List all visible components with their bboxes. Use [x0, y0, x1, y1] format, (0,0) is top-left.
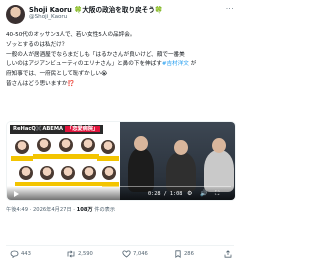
studio-person-head: [134, 136, 148, 151]
contestant-photo: [102, 166, 116, 180]
repost-icon: [67, 250, 75, 258]
more-options-icon[interactable]: ···: [226, 5, 234, 13]
contestant-label: [11, 156, 33, 161]
contestant-photo: [61, 166, 75, 180]
video-player[interactable]: ReHacQ✖️ABEMA 「恋愛病院」 0:28 / 1:08 ⚙ 🔊 ⛶: [6, 121, 236, 201]
view-label: 件の表示: [92, 207, 116, 213]
tweet-header: Shoji Kaoru 🍀大阪の政治を取り戻そう🍀 @Shoji_Kaoru ·…: [6, 4, 234, 26]
author-name[interactable]: Shoji Kaoru 🍀大阪の政治を取り戻そう🍀: [29, 4, 163, 14]
bookmark-icon: [175, 250, 181, 258]
contestant-photo: [37, 138, 51, 152]
post-timestamp[interactable]: 午後4:49 · 2026年4月27日 ·: [6, 207, 77, 213]
hashtag-link[interactable]: #吉村洋文: [162, 61, 189, 67]
action-bar: 443 2,590 7,046 286: [6, 250, 236, 260]
contestant-photo: [59, 138, 73, 152]
contestant-label: [77, 154, 99, 159]
show-tag: 「恋愛病院」: [65, 126, 101, 132]
tweet-line-1: 40-50代のオッサン3人で、若い女性5人の品評会。: [6, 32, 136, 38]
tweet-line-4: しいのはアジアンビューティのエリナさん」と鼻の下を伸ばす#吉村洋文 が: [6, 60, 236, 70]
contestant-photo: [40, 166, 54, 180]
contestant-photo: [15, 140, 29, 154]
video-current-time: 0:28: [148, 191, 161, 197]
like-button[interactable]: 7,046: [122, 250, 148, 258]
tweet-line-5: 府知事では、一府民として恥ずかしい😭: [6, 70, 236, 80]
network-name: ABEMA: [42, 126, 64, 132]
video-time: 0:28 / 1:08: [148, 191, 183, 197]
fullscreen-icon[interactable]: ⛶: [215, 190, 219, 197]
tweet-meta: 午後4:49 · 2026年4月27日 · 108万 件の表示: [6, 206, 115, 213]
view-count: 108万: [76, 207, 93, 213]
play-icon[interactable]: [14, 191, 19, 197]
tweet-text: 40-50代のオッサン3人で、若い女性5人の品評会。 ゾッとするのは私だけ？ 一…: [6, 31, 236, 90]
contestant-label: [33, 154, 55, 159]
bookmark-button[interactable]: 286: [174, 250, 194, 258]
contestant-photo: [81, 138, 95, 152]
tweet-line-5-text: 府知事では、一府民として恥ずかしい: [6, 71, 101, 78]
contestant-label: [55, 154, 77, 159]
question-emoji: ⁉️: [67, 80, 75, 87]
video-duration: 1:08: [169, 191, 183, 197]
tweet-line-3: 一般の人が居酒屋でならまだしも「はるかさんが良いけど、顔で一番美: [6, 51, 185, 58]
tweet-line-2: ゾッとするのは私だけ？: [6, 41, 68, 48]
divider: [6, 245, 234, 246]
like-count: 7,046: [133, 251, 148, 257]
video-progress-bar[interactable]: [13, 185, 231, 187]
reply-icon: [10, 250, 19, 258]
reply-button[interactable]: 443: [10, 250, 31, 258]
bookmark-count: 286: [184, 251, 194, 257]
brand-name: ReHacQ: [13, 126, 36, 132]
share-icon: [224, 250, 232, 258]
volume-icon[interactable]: 🔊: [200, 190, 207, 197]
tweet-line-6-text: 皆さんはどう思いますか: [6, 80, 68, 87]
video-brand-banner: ReHacQ✖️ABEMA 「恋愛病院」: [10, 125, 104, 134]
contestant-photo: [101, 140, 115, 154]
author-handle[interactable]: @Shoji_Kaoru: [29, 14, 67, 20]
avatar[interactable]: [6, 5, 25, 24]
heart-icon: [122, 250, 131, 258]
studio-person-head: [174, 140, 188, 155]
tweet-line-4-suffix: が: [188, 61, 197, 68]
contestant-photo: [19, 166, 33, 180]
tweet-line-6: 皆さんはどう思いますか⁉️: [6, 80, 236, 90]
settings-icon[interactable]: ⚙: [187, 190, 192, 197]
repost-button[interactable]: 2,590: [66, 250, 93, 258]
reply-count: 443: [21, 251, 31, 257]
tweet-line-4-text: しいのはアジアンビューティのエリナさん」と鼻の下を伸ばす: [6, 61, 162, 68]
contestant-label: [97, 156, 119, 161]
contestant-photo: [82, 166, 96, 180]
repost-count: 2,590: [78, 251, 93, 257]
studio-person-head: [212, 138, 226, 153]
tears-emoji: 😭: [100, 71, 108, 78]
share-button[interactable]: [224, 250, 234, 258]
video-progress-fill: [13, 185, 103, 187]
